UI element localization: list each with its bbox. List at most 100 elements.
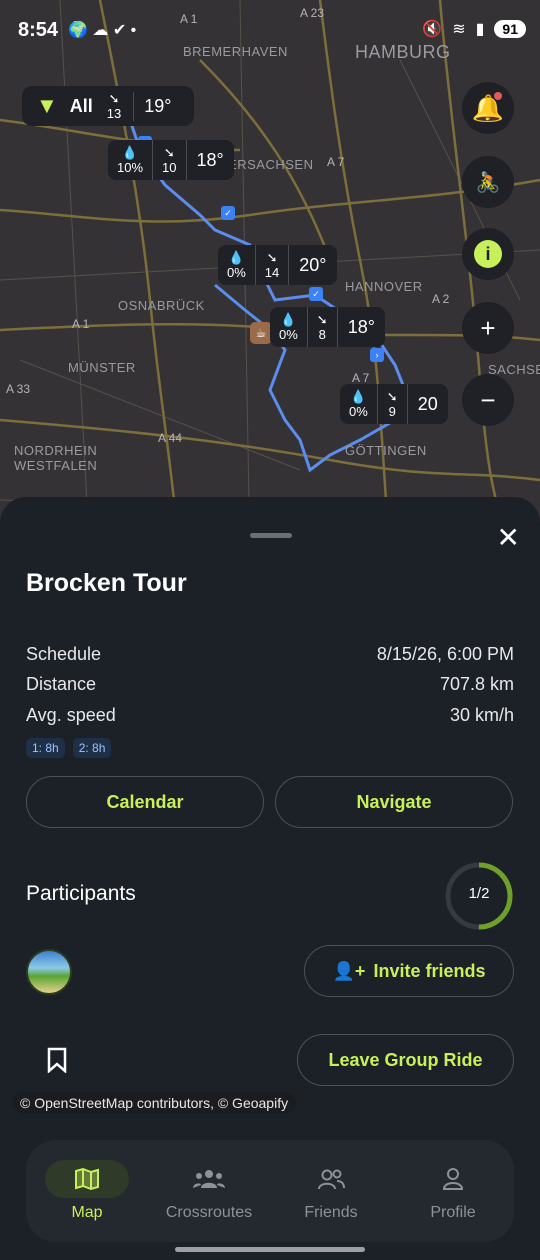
weather-marker[interactable]: 💧 0% ➘ 14 20° — [218, 245, 337, 285]
mute-icon: 🔇 — [422, 21, 443, 38]
row-value: 30 km/h — [449, 705, 514, 725]
schedule-row: Schedule 8/15/26, 6:00 PM — [26, 644, 514, 665]
nav-label: Profile — [430, 1204, 476, 1221]
filter-wind: 13 — [106, 105, 122, 121]
rain-chance: 0% — [349, 403, 368, 419]
highway-label: A 33 — [6, 382, 31, 396]
map-label: MÜNSTER — [68, 360, 136, 375]
waypoint-marker[interactable]: ✓ — [309, 287, 323, 301]
highway-label: A 7 — [327, 155, 345, 169]
notification-dot — [494, 92, 502, 100]
weather-filter[interactable]: ▼ All ➘ 13 19° — [22, 86, 194, 126]
weather-marker[interactable]: 💧 0% ➘ 8 18° — [270, 307, 385, 347]
calendar-button[interactable]: Calendar — [26, 776, 264, 828]
weather-marker[interactable]: 💧 10% ➘ 10 18° — [108, 140, 234, 180]
temperature: 20 — [417, 393, 438, 414]
temperature: 18° — [196, 149, 224, 170]
invite-label: Invite friends — [373, 960, 486, 981]
wind-arrow-icon: ➘ — [386, 388, 398, 404]
cafe-marker[interactable]: ☕ — [250, 322, 272, 344]
notifications-button[interactable]: 🔔 — [462, 82, 514, 134]
wind-arrow-icon: ➘ — [163, 144, 175, 160]
status-bar: 8:54 🌍 ☁ ✔ • 🔇 ≋ ▮ 91 — [0, 0, 540, 60]
day-chip: 1: 8h — [26, 738, 65, 758]
info-button[interactable]: i — [462, 228, 514, 280]
battery-indicator: 91 — [494, 20, 526, 38]
group-icon — [192, 1160, 226, 1198]
temperature: 18° — [347, 316, 375, 337]
nav-profile[interactable]: Profile — [392, 1140, 514, 1242]
raindrop-icon: 💧 — [121, 144, 139, 160]
wind-speed: 9 — [388, 403, 396, 419]
map-label: OSNABRÜCK — [118, 298, 205, 313]
nav-map[interactable]: Map — [26, 1140, 148, 1242]
row-value: 707.8 km — [439, 674, 514, 694]
zoom-out-button[interactable]: − — [462, 374, 514, 426]
highway-label: A 7 — [352, 371, 370, 385]
waypoint-marker[interactable]: › — [370, 348, 384, 362]
rain-chance: 0% — [279, 326, 298, 342]
raindrop-icon: 💧 — [280, 311, 297, 327]
wind-arrow-icon: ➘ — [266, 249, 278, 265]
filter-icon[interactable]: ▼ — [36, 93, 58, 119]
map-label: NORDRHEIN — [14, 443, 98, 458]
avg-speed-row: Avg. speed 30 km/h — [26, 705, 514, 726]
row-value: 8/15/26, 6:00 PM — [376, 644, 514, 664]
leave-group-ride-button[interactable]: Leave Group Ride — [297, 1034, 514, 1086]
day-chips: 1: 8h 2: 8h — [26, 738, 112, 758]
minus-icon: − — [480, 384, 496, 415]
participants-progress: 1/2 — [444, 861, 514, 931]
signal-icon: ▮ — [475, 21, 485, 38]
row-label: Schedule — [26, 644, 102, 664]
distance-row: Distance 707.8 km — [26, 674, 514, 695]
filter-temp: 19° — [144, 95, 172, 116]
nav-label: Friends — [304, 1204, 358, 1221]
close-icon[interactable]: ✕ — [497, 521, 520, 554]
bookmark-icon[interactable] — [46, 1047, 68, 1078]
nav-label: Crossroutes — [165, 1204, 253, 1221]
highway-label: A 44 — [158, 431, 183, 445]
nav-crossroutes[interactable]: Crossroutes — [148, 1140, 270, 1242]
raindrop-icon: 💧 — [350, 388, 367, 404]
wind-speed: 10 — [162, 159, 177, 175]
bottom-nav: Map Crossroutes Friends Profile — [26, 1140, 514, 1242]
friends-icon — [317, 1160, 345, 1198]
zoom-in-button[interactable]: + — [462, 302, 514, 354]
wind-arrow-icon: ➘ — [108, 90, 120, 106]
invite-friends-button[interactable]: 👤+ Invite friends — [304, 945, 514, 997]
wind-speed: 8 — [318, 326, 326, 342]
plus-icon: + — [480, 312, 496, 343]
weather-marker[interactable]: 💧 0% ➘ 9 20 — [340, 384, 448, 424]
participant-avatar[interactable] — [26, 949, 72, 995]
highway-label: A 2 — [432, 292, 450, 306]
wind-arrow-icon: ➘ — [316, 311, 328, 327]
map-attribution: © OpenStreetMap contributors, © Geoapify — [12, 1092, 297, 1114]
info-icon: i — [474, 240, 502, 268]
map-label: WESTFALEN — [14, 458, 98, 473]
filter-label: All — [69, 95, 93, 116]
raindrop-icon: 💧 — [228, 249, 245, 265]
map-icon — [45, 1160, 129, 1198]
activity-toggle-button[interactable]: 🚴 — [462, 156, 514, 208]
home-indicator[interactable] — [175, 1247, 365, 1252]
day-chip: 2: 8h — [72, 738, 112, 758]
temperature: 20° — [299, 254, 327, 275]
person-icon — [441, 1160, 465, 1198]
nav-friends[interactable]: Friends — [270, 1140, 392, 1242]
wind-speed: 14 — [264, 264, 280, 280]
participants-count: 1/2 — [468, 885, 490, 902]
tour-title: Brocken Tour — [26, 569, 187, 597]
waypoint-marker[interactable]: ✓ — [221, 206, 235, 220]
rain-chance: 0% — [227, 264, 246, 280]
wifi-icon: ≋ — [452, 21, 466, 38]
add-person-icon: 👤+ — [332, 960, 366, 981]
bike-run-icon: 🚴 — [475, 171, 501, 194]
status-icons: 🌍 ☁ ✔ • — [68, 22, 137, 39]
row-label: Distance — [26, 674, 97, 694]
row-label: Avg. speed — [26, 705, 116, 725]
map-label: HANNOVER — [345, 279, 423, 294]
status-time: 8:54 — [18, 19, 59, 41]
navigate-button[interactable]: Navigate — [275, 776, 513, 828]
drag-handle[interactable] — [250, 533, 292, 538]
map-label: GÖTTINGEN — [345, 443, 427, 458]
